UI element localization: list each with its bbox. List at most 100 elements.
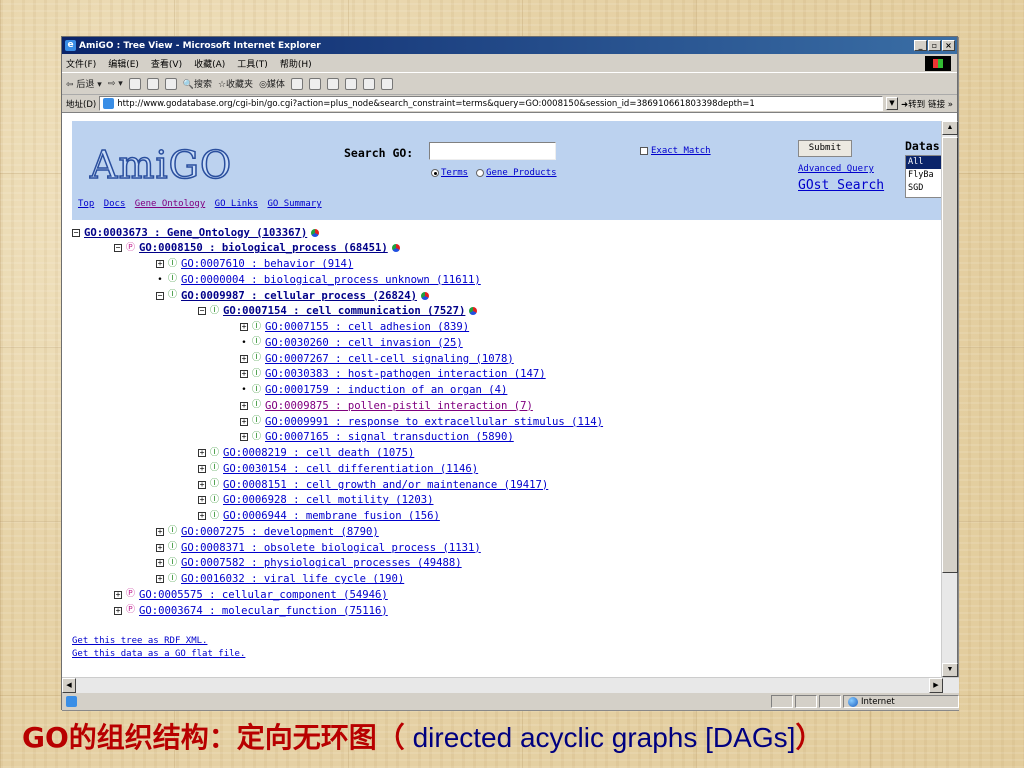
mail-icon[interactable] xyxy=(308,77,321,90)
go-term-link[interactable]: GO:0007154 : cell communication (7527) xyxy=(223,305,465,317)
scroll-thumb[interactable] xyxy=(942,137,958,573)
exact-match-label[interactable]: Exact Match xyxy=(651,146,711,156)
home-icon[interactable] xyxy=(164,77,177,90)
go-term-link[interactable]: GO:0030154 : cell differentiation (1146) xyxy=(223,463,478,475)
go-term-link[interactable]: GO:0008371 : obsolete biological process… xyxy=(181,542,481,554)
menu-help[interactable]: 帮助(H) xyxy=(280,57,312,70)
amigo-logo[interactable]: AmiGO xyxy=(89,142,232,188)
expand-icon[interactable]: + xyxy=(240,354,248,363)
links-button[interactable]: 链接 » xyxy=(928,98,953,110)
collapse-icon[interactable]: − xyxy=(114,244,122,253)
go-term-link[interactable]: GO:0030260 : cell invasion (25) xyxy=(265,337,463,349)
collapse-icon[interactable]: − xyxy=(156,291,164,300)
go-term-link[interactable]: GO:0007582 : physiological processes (49… xyxy=(181,557,462,569)
collapse-icon[interactable]: − xyxy=(72,228,80,237)
nav-docs-link[interactable]: Docs xyxy=(104,199,126,209)
go-term-link[interactable]: GO:0008150 : biological_process (68451) xyxy=(139,242,388,254)
favorites-button[interactable]: ☆收藏夹 xyxy=(218,77,253,90)
search-input[interactable] xyxy=(429,142,556,160)
gost-search-link[interactable]: GOst Search xyxy=(798,178,884,193)
expand-icon[interactable]: + xyxy=(198,449,206,457)
menu-view[interactable]: 查看(V) xyxy=(151,57,182,70)
graph-view-icon[interactable] xyxy=(391,244,400,253)
vertical-scrollbar[interactable]: ▲ ▼ xyxy=(941,121,958,677)
media-button[interactable]: ◎媒体 xyxy=(259,77,285,90)
expand-icon[interactable]: + xyxy=(156,559,164,568)
radio-terms-icon[interactable] xyxy=(431,168,439,177)
go-term-link[interactable]: GO:0007155 : cell adhesion (839) xyxy=(265,321,469,333)
go-flat-file-link[interactable]: Get this data as a GO flat file. xyxy=(72,648,245,661)
exact-match-checkbox[interactable] xyxy=(640,147,648,155)
expand-icon[interactable]: + xyxy=(114,590,122,599)
go-term-link[interactable]: GO:0007267 : cell-cell signaling (1078) xyxy=(265,353,514,365)
expand-icon[interactable]: + xyxy=(240,417,248,426)
collapse-icon[interactable]: − xyxy=(198,307,206,316)
scroll-left-icon[interactable]: ◀ xyxy=(62,678,76,693)
search-button[interactable]: 🔍搜索 xyxy=(183,77,212,90)
go-term-link[interactable]: GO:0008151 : cell growth and/or maintena… xyxy=(223,479,548,491)
nav-go-summary-link[interactable]: GO Summary xyxy=(267,199,321,209)
radio-terms-option[interactable]: Terms xyxy=(431,168,468,178)
horizontal-scrollbar[interactable]: ◀ ▶ xyxy=(62,677,959,693)
go-term-link[interactable]: GO:0007275 : development (8790) xyxy=(181,526,379,538)
graph-view-icon[interactable] xyxy=(469,307,478,316)
maximize-button[interactable]: ▫ xyxy=(928,40,941,51)
address-input[interactable]: http://www.godatabase.org/cgi-bin/go.cgi… xyxy=(99,96,883,111)
graph-view-icon[interactable] xyxy=(311,228,320,237)
exact-match-option[interactable]: Exact Match xyxy=(640,146,711,156)
go-term-link[interactable]: GO:0006944 : membrane fusion (156) xyxy=(223,510,440,522)
stop-icon[interactable] xyxy=(128,77,141,90)
menu-file[interactable]: 文件(F) xyxy=(66,57,96,70)
expand-icon[interactable]: + xyxy=(156,527,164,536)
advanced-query-link[interactable]: Advanced Query xyxy=(798,164,874,174)
go-term-link[interactable]: GO:0008219 : cell death (1075) xyxy=(223,447,414,459)
menu-tools[interactable]: 工具(T) xyxy=(237,57,268,70)
expand-icon[interactable]: + xyxy=(240,323,248,331)
go-term-link[interactable]: GO:0003674 : molecular_function (75116) xyxy=(139,605,388,617)
go-term-link[interactable]: GO:0006928 : cell motility (1203) xyxy=(223,494,433,506)
go-term-link[interactable]: GO:0007165 : signal transduction (5890) xyxy=(265,431,514,443)
scroll-down-icon[interactable]: ▼ xyxy=(942,663,958,677)
nav-go-links-link[interactable]: GO Links xyxy=(215,199,258,209)
expand-icon[interactable]: + xyxy=(240,433,248,442)
go-term-link[interactable]: GO:0009875 : pollen-pistil interaction (… xyxy=(265,400,533,412)
scroll-up-icon[interactable]: ▲ xyxy=(942,121,958,135)
go-term-link[interactable]: GO:0001759 : induction of an organ (4) xyxy=(265,384,507,396)
expand-icon[interactable]: + xyxy=(240,401,248,410)
minimize-button[interactable]: _ xyxy=(914,40,927,51)
go-term-link[interactable]: GO:0009991 : response to extracellular s… xyxy=(265,416,603,428)
dataset-option[interactable]: FlyBa xyxy=(906,169,942,182)
go-term-link[interactable]: GO:0007610 : behavior (914) xyxy=(181,258,353,270)
datasets-select[interactable]: All FlyBa SGD xyxy=(905,155,942,198)
expand-icon[interactable]: + xyxy=(198,464,206,473)
expand-icon[interactable]: + xyxy=(198,512,206,520)
address-dropdown-icon[interactable]: ▼ xyxy=(885,97,898,110)
close-button[interactable]: × xyxy=(942,40,955,51)
discuss-icon[interactable] xyxy=(362,77,375,90)
go-term-link[interactable]: GO:0005575 : cellular_component (54946) xyxy=(139,589,388,601)
nav-top-link[interactable]: Top xyxy=(78,199,94,209)
print-icon[interactable] xyxy=(326,77,339,90)
go-term-link[interactable]: GO:0000004 : biological_process unknown … xyxy=(181,274,481,286)
graph-view-icon[interactable] xyxy=(421,291,430,300)
radio-gene-icon[interactable] xyxy=(476,168,485,177)
edit-icon[interactable] xyxy=(344,77,357,90)
go-term-link[interactable]: GO:0003673 : Gene_Ontology (103367) xyxy=(84,227,307,239)
menu-edit[interactable]: 编辑(E) xyxy=(108,57,139,70)
scroll-right-icon[interactable]: ▶ xyxy=(929,678,943,693)
submit-button[interactable]: Submit xyxy=(798,140,852,157)
expand-icon[interactable]: + xyxy=(156,543,164,552)
rdf-xml-link[interactable]: Get this tree as RDF XML. xyxy=(72,635,245,648)
go-button[interactable]: ➜转到 xyxy=(901,98,925,110)
history-icon[interactable] xyxy=(290,77,303,90)
expand-icon[interactable]: + xyxy=(240,370,248,379)
go-term-link[interactable]: GO:0030383 : host-pathogen interaction (… xyxy=(265,368,546,380)
expand-icon[interactable]: + xyxy=(198,496,206,505)
forward-button[interactable]: ⇨ ▾ xyxy=(108,79,123,89)
back-button[interactable]: ⇦ 后退 ▾ xyxy=(66,77,102,90)
radio-terms-label[interactable]: Terms xyxy=(441,168,468,178)
go-term-link[interactable]: GO:0016032 : viral life cycle (190) xyxy=(181,573,404,585)
menu-favorites[interactable]: 收藏(A) xyxy=(194,57,225,70)
expand-icon[interactable]: + xyxy=(156,575,164,583)
dataset-option[interactable]: All xyxy=(906,156,942,169)
